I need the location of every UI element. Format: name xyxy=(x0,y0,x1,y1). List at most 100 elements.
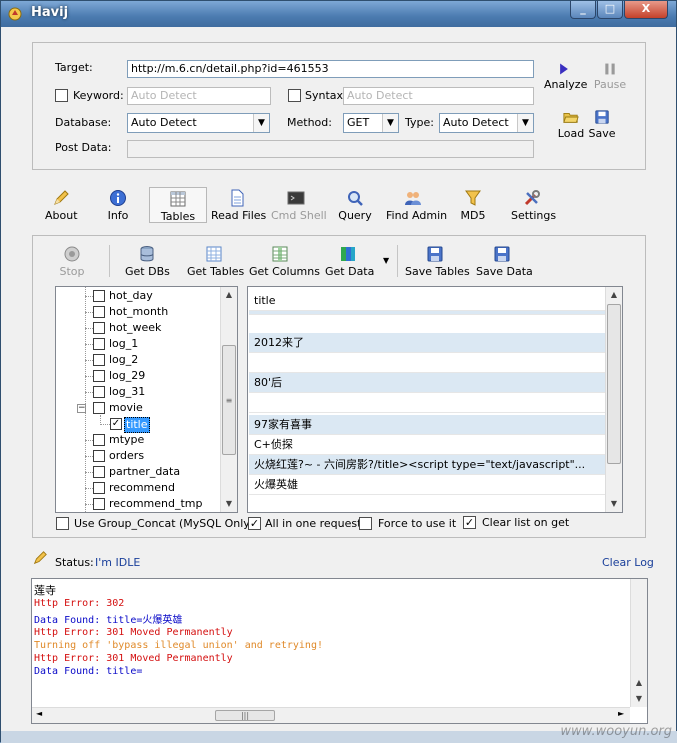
keyword-label: Keyword: xyxy=(73,89,124,102)
grid-row[interactable]: 80'后 xyxy=(249,373,605,393)
tree-item-label: movie xyxy=(109,401,143,414)
get-columns-label: Get Columns xyxy=(249,265,320,278)
grid-scrollbar[interactable]: ▲ ▼ xyxy=(605,287,622,512)
log-line: Data Found: title=火爆英雄 xyxy=(34,615,183,626)
log-horizontal-scrollbar[interactable]: ◄ ||| ► xyxy=(32,707,630,723)
get-data-button[interactable]: Get Data xyxy=(325,245,374,278)
tables-tree[interactable]: hot_day hot_month hot_week log_1 log_2 l… xyxy=(55,286,238,513)
grid-row[interactable] xyxy=(249,393,605,413)
get-data-dropdown-icon[interactable]: ▼ xyxy=(383,256,389,265)
database-select-value: Auto Detect xyxy=(131,116,197,129)
pencil-icon xyxy=(33,551,47,565)
close-button[interactable]: X xyxy=(624,1,668,19)
save-tables-button[interactable]: Save Tables xyxy=(405,245,470,278)
md5-button[interactable]: MD5 xyxy=(460,189,486,222)
get-columns-button[interactable]: Get Columns xyxy=(249,245,320,278)
tree-checkbox[interactable] xyxy=(93,466,105,478)
grid-row[interactable]: title xyxy=(249,291,605,311)
collapse-icon[interactable]: − xyxy=(77,404,86,413)
query-button[interactable]: Query xyxy=(338,189,372,222)
tree-checkbox[interactable] xyxy=(93,354,105,366)
data-grid[interactable]: title 2012来了 80'后 97家有喜事 C+侦探 火烧红莲?~ - 六… xyxy=(247,286,623,513)
play-icon xyxy=(560,63,568,75)
tree-checkbox[interactable] xyxy=(93,450,105,462)
scroll-down-icon[interactable]: ▼ xyxy=(221,496,237,512)
force-use-checkbox[interactable] xyxy=(359,517,372,530)
minimize-button[interactable]: _ xyxy=(570,1,596,19)
log-line: Http Error: 302 xyxy=(34,598,125,609)
all-in-one-checkbox[interactable]: ✓ xyxy=(248,517,261,530)
grid-row[interactable]: 火爆英雄 xyxy=(249,475,605,495)
database-select[interactable]: Auto Detect ▼ xyxy=(127,113,270,133)
tree-checkbox[interactable] xyxy=(93,482,105,494)
tab-tables[interactable]: Tables xyxy=(149,187,207,223)
find-admin-button[interactable]: Find Admin xyxy=(386,189,447,222)
grid-row[interactable]: 97家有喜事 xyxy=(249,415,605,435)
load-button[interactable]: Load xyxy=(556,109,586,140)
scroll-left-icon[interactable]: ◄ xyxy=(36,709,42,718)
tools-icon xyxy=(524,190,540,206)
read-files-button[interactable]: Read Files xyxy=(211,189,266,222)
grid-row[interactable]: 火烧红莲?~ - 六间房影?/title><script type="text/… xyxy=(249,455,605,475)
pause-button[interactable]: Pause xyxy=(591,62,629,91)
scroll-up-icon[interactable]: ▲ xyxy=(221,287,237,303)
grid-row[interactable]: 2012来了 xyxy=(249,333,605,353)
method-select[interactable]: GET ▼ xyxy=(343,113,399,133)
tables-icon xyxy=(170,191,186,207)
group-concat-checkbox[interactable] xyxy=(56,517,69,530)
cmd-shell-button[interactable]: Cmd Shell xyxy=(271,189,327,222)
toolbar-separator xyxy=(397,245,398,277)
tree-checkbox[interactable] xyxy=(93,370,105,382)
tree-checkbox[interactable] xyxy=(93,322,105,334)
about-button[interactable]: About xyxy=(45,189,78,222)
grid-row[interactable]: C+侦探 xyxy=(249,435,605,455)
get-dbs-button[interactable]: Get DBs xyxy=(125,245,170,278)
scroll-up-icon[interactable]: ▲ xyxy=(631,675,647,691)
scroll-right-icon[interactable]: ► xyxy=(618,709,624,718)
log-line: Http Error: 301 Moved Permanently xyxy=(34,653,233,664)
grid-row[interactable] xyxy=(249,353,605,373)
tree-checkbox[interactable] xyxy=(93,434,105,446)
save-button[interactable]: Save xyxy=(588,109,616,140)
scrollbar-thumb[interactable]: ||| xyxy=(215,710,275,721)
log-scrollbar[interactable]: ▲ ▼ xyxy=(630,579,647,707)
save-label: Save xyxy=(588,127,616,140)
scroll-up-icon[interactable]: ▲ xyxy=(606,287,622,303)
scroll-down-icon[interactable]: ▼ xyxy=(606,496,622,512)
maximize-button[interactable]: □ xyxy=(597,1,623,19)
type-select[interactable]: Auto Detect ▼ xyxy=(439,113,534,133)
log-line: Turning off 'bypass illegal union' and r… xyxy=(34,640,323,651)
tree-line xyxy=(100,415,101,423)
postdata-input[interactable] xyxy=(127,140,534,158)
find-admin-label: Find Admin xyxy=(386,209,448,222)
md5-label: MD5 xyxy=(460,209,486,222)
scrollbar-thumb[interactable] xyxy=(607,304,621,464)
info-icon xyxy=(110,190,126,206)
clear-list-checkbox[interactable]: ✓ xyxy=(463,516,476,529)
stop-button[interactable]: Stop xyxy=(58,245,86,278)
syntax-checkbox[interactable] xyxy=(288,89,301,102)
clear-log-link[interactable]: Clear Log xyxy=(602,556,654,569)
syntax-label: Syntax: xyxy=(305,89,347,102)
syntax-input[interactable]: Auto Detect xyxy=(343,87,534,105)
tree-scrollbar[interactable]: ▲ ≡ ▼ xyxy=(220,287,237,512)
tree-checkbox[interactable] xyxy=(93,306,105,318)
log-console[interactable]: 莲寺 Http Error: 302 Data Found: title=火爆英… xyxy=(31,578,648,724)
info-button[interactable]: Info xyxy=(105,189,131,222)
settings-button[interactable]: Settings xyxy=(511,189,556,222)
tree-checkbox[interactable] xyxy=(93,402,105,414)
keyword-checkbox[interactable] xyxy=(55,89,68,102)
scrollbar-thumb[interactable]: ≡ xyxy=(222,345,236,455)
tree-checkbox[interactable] xyxy=(93,290,105,302)
tree-checkbox[interactable] xyxy=(93,498,105,510)
scroll-down-icon[interactable]: ▼ xyxy=(631,691,647,707)
grid-row[interactable] xyxy=(249,311,605,315)
tree-checkbox[interactable] xyxy=(93,338,105,350)
tree-checkbox-checked[interactable]: ✓ xyxy=(110,418,122,430)
save-data-button[interactable]: Save Data xyxy=(476,245,533,278)
analyze-button[interactable]: Analyze xyxy=(544,62,587,91)
tree-checkbox[interactable] xyxy=(93,386,105,398)
keyword-input[interactable]: Auto Detect xyxy=(127,87,271,105)
get-tables-button[interactable]: Get Tables xyxy=(187,245,244,278)
target-input[interactable]: http://m.6.cn/detail.php?id=461553 xyxy=(127,60,534,78)
